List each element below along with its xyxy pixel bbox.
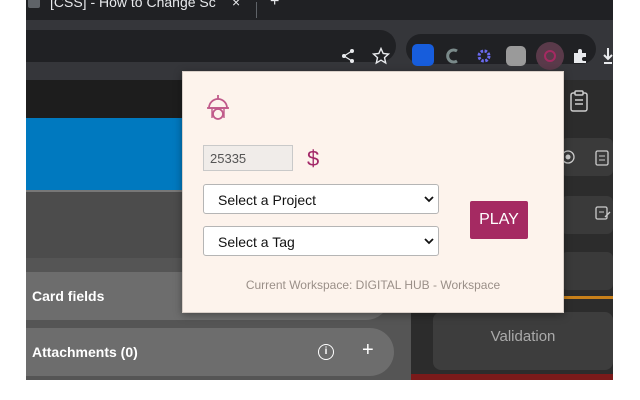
- tab-strip: [CSS] - How to Change Sc × +: [26, 0, 613, 20]
- mastodon-icon[interactable]: [506, 46, 526, 66]
- currency-symbol: $: [307, 146, 320, 171]
- extensions-area: [406, 34, 596, 64]
- download-icon[interactable]: [602, 46, 613, 66]
- extension-gear-icon[interactable]: [475, 47, 493, 65]
- tag-select[interactable]: Select a Tag: [203, 226, 439, 256]
- star-icon[interactable]: [372, 47, 390, 65]
- tab-separator: [256, 2, 257, 18]
- project-select[interactable]: Select a Project: [203, 184, 439, 214]
- puzzle-icon[interactable]: [571, 47, 589, 65]
- tracker-extension-icon[interactable]: [536, 42, 564, 70]
- note-icon[interactable]: [595, 150, 609, 166]
- add-attachment-button[interactable]: +: [362, 340, 374, 360]
- tab-title[interactable]: [CSS] - How to Change Sc: [50, 0, 216, 10]
- share-icon[interactable]: [340, 48, 356, 64]
- validation-label: Validation: [490, 328, 556, 345]
- validation-panel[interactable]: Validation: [433, 312, 613, 370]
- card-fields-label: Card fields: [32, 288, 105, 304]
- attachments-label: Attachments (0): [32, 344, 138, 360]
- right-block: [561, 252, 613, 290]
- extension-c-icon[interactable]: [444, 47, 462, 65]
- bitwarden-icon[interactable]: [412, 44, 434, 66]
- tracker-popup: $ Select a Project Select a Tag PLAY Cur…: [182, 71, 564, 313]
- project-select-value: Select a Project: [218, 192, 317, 208]
- chevron-down-icon: [424, 196, 434, 203]
- workspace-label: Current Workspace: DIGITAL HUB - Workspa…: [245, 278, 501, 292]
- amount-input[interactable]: [203, 145, 293, 171]
- edit-icon[interactable]: [595, 206, 611, 220]
- logo-icon: [207, 95, 229, 120]
- progress-line: [563, 296, 613, 299]
- new-tab-button[interactable]: +: [270, 0, 279, 11]
- info-icon[interactable]: i: [318, 344, 334, 360]
- play-button[interactable]: PLAY: [470, 201, 528, 239]
- tab-favicon-icon: [28, 0, 40, 8]
- footer-bar: [411, 374, 613, 380]
- clipboard-icon[interactable]: [569, 90, 589, 112]
- tab-close-button[interactable]: ×: [232, 0, 240, 10]
- chevron-down-icon: [424, 238, 434, 245]
- tag-select-value: Select a Tag: [218, 234, 295, 250]
- attachments-row[interactable]: Attachments (0) i +: [26, 328, 394, 376]
